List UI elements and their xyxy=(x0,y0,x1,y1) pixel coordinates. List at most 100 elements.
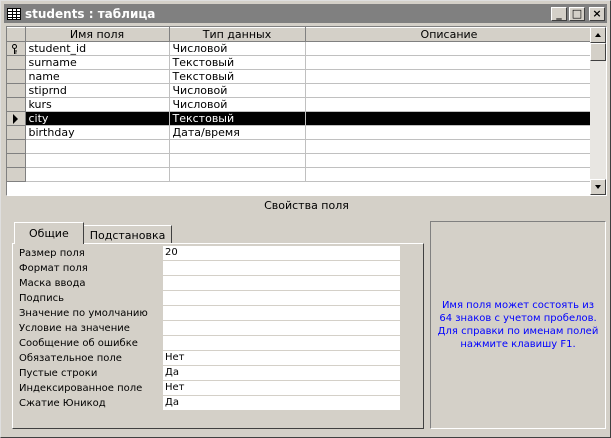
property-label: Индексированное поле xyxy=(19,383,143,394)
property-value-field[interactable]: 20 xyxy=(163,246,400,261)
field-name-cell[interactable]: name xyxy=(25,69,170,84)
property-value-field[interactable] xyxy=(163,291,400,306)
title-bar[interactable]: students : таблица _ □ × xyxy=(4,4,607,23)
tab-general[interactable]: Общие xyxy=(14,222,84,244)
row-selector[interactable] xyxy=(7,83,26,98)
property-row: Сжатие Юникод Да xyxy=(19,396,400,411)
table-row[interactable]: stiprnd Числовой xyxy=(7,83,594,98)
data-type-cell[interactable]: Текстовый xyxy=(169,55,306,70)
description-cell[interactable] xyxy=(305,153,594,168)
row-selector[interactable] xyxy=(7,153,26,168)
property-label: Обязательное поле xyxy=(19,353,122,364)
property-row: Индексированное поле Нет xyxy=(19,381,400,396)
column-header-description[interactable]: Описание xyxy=(305,27,594,42)
property-label: Маска ввода xyxy=(19,278,86,289)
property-label: Пустые строки xyxy=(19,368,98,379)
field-name-cell[interactable] xyxy=(25,153,170,168)
column-header-data-type[interactable]: Тип данных xyxy=(169,27,306,42)
property-row: Условие на значение xyxy=(19,321,400,336)
tab-lookup[interactable]: Подстановка xyxy=(82,225,173,244)
property-value-field[interactable]: Да xyxy=(163,396,400,411)
minimize-button[interactable]: _ xyxy=(551,6,567,21)
maximize-button[interactable]: □ xyxy=(569,6,585,21)
description-cell[interactable] xyxy=(305,69,594,84)
property-label: Условие на значение xyxy=(19,323,130,334)
data-type-cell[interactable] xyxy=(169,153,306,168)
description-cell[interactable] xyxy=(305,41,594,56)
property-value-field[interactable]: Да xyxy=(163,366,400,381)
table-row[interactable]: surname Текстовый xyxy=(7,55,594,70)
description-cell[interactable] xyxy=(305,83,594,98)
property-value-field[interactable] xyxy=(163,261,400,276)
property-value-field[interactable]: Нет xyxy=(163,381,400,396)
row-selector[interactable] xyxy=(7,111,26,126)
field-grid: Имя поля Тип данных Описание student_id Ч… xyxy=(6,26,607,196)
data-type-cell[interactable] xyxy=(169,167,306,182)
row-selector[interactable] xyxy=(7,125,26,140)
field-name-cell[interactable]: city xyxy=(25,111,170,126)
table-icon xyxy=(7,7,21,20)
description-cell[interactable] xyxy=(305,139,594,154)
field-name-cell[interactable] xyxy=(25,167,170,182)
property-row: Формат поля xyxy=(19,261,400,276)
property-value-field[interactable] xyxy=(163,306,400,321)
property-row: Маска ввода xyxy=(19,276,400,291)
field-name-cell[interactable]: student_id xyxy=(25,41,170,56)
properties-tabs: Общие Подстановка xyxy=(14,222,173,244)
row-selector[interactable] xyxy=(7,97,26,112)
current-row-arrow-icon xyxy=(13,114,18,124)
row-selector[interactable] xyxy=(7,139,26,154)
field-name-cell[interactable]: surname xyxy=(25,55,170,70)
field-name-cell[interactable] xyxy=(25,139,170,154)
row-selector-header[interactable] xyxy=(7,27,26,42)
data-type-cell[interactable]: Текстовый xyxy=(169,69,306,84)
vertical-scrollbar[interactable] xyxy=(590,27,606,195)
fields-table: Имя поля Тип данных Описание student_id Ч… xyxy=(7,27,594,182)
table-row[interactable]: name Текстовый xyxy=(7,69,594,84)
property-label: Сообщение об ошибке xyxy=(19,338,138,349)
table-design-window: students : таблица _ □ × Имя поля Тип да… xyxy=(0,0,611,438)
row-selector[interactable] xyxy=(7,167,26,182)
row-selector[interactable] xyxy=(7,41,26,56)
property-value-field[interactable] xyxy=(163,276,400,291)
data-type-cell[interactable]: Числовой xyxy=(169,41,306,56)
property-value-field[interactable]: Нет xyxy=(163,351,400,366)
table-row[interactable] xyxy=(7,167,594,182)
table-row[interactable]: kurs Числовой xyxy=(7,97,594,112)
field-name-cell[interactable]: birthday xyxy=(25,125,170,140)
column-header-field-name[interactable]: Имя поля xyxy=(25,27,170,42)
description-cell[interactable] xyxy=(305,97,594,112)
description-cell[interactable] xyxy=(305,55,594,70)
property-label: Подпись xyxy=(19,293,64,304)
description-cell[interactable] xyxy=(305,111,594,126)
scroll-thumb[interactable] xyxy=(590,43,606,61)
row-selector[interactable] xyxy=(7,55,26,70)
data-type-cell[interactable]: Текстовый xyxy=(169,111,306,126)
data-type-cell[interactable] xyxy=(169,139,306,154)
table-row[interactable] xyxy=(7,139,594,154)
field-properties-panel: Общие Подстановка Размер поля 20 Формат по… xyxy=(6,214,424,432)
field-name-cell[interactable]: stiprnd xyxy=(25,83,170,98)
property-value-field[interactable] xyxy=(163,321,400,336)
row-selector[interactable] xyxy=(7,69,26,84)
property-value-field[interactable] xyxy=(163,336,400,351)
primary-key-icon xyxy=(12,44,17,54)
table-row[interactable] xyxy=(7,153,594,168)
scroll-up-button[interactable] xyxy=(590,27,606,43)
table-row[interactable]: birthday Дата/время xyxy=(7,125,594,140)
close-icon: × xyxy=(592,7,602,20)
data-type-cell[interactable]: Дата/время xyxy=(169,125,306,140)
close-button[interactable]: × xyxy=(589,6,605,21)
scroll-down-button[interactable] xyxy=(590,179,606,195)
data-type-cell[interactable]: Числовой xyxy=(169,83,306,98)
general-tab-content: Размер поля 20 Формат поля Маска ввода Подпи… xyxy=(12,243,424,429)
maximize-icon: □ xyxy=(571,7,583,20)
property-row: Подпись xyxy=(19,291,400,306)
description-cell[interactable] xyxy=(305,125,594,140)
description-cell[interactable] xyxy=(305,167,594,182)
help-text-box: Имя поля может состоять из 64 знаков с у… xyxy=(430,221,606,429)
table-row[interactable]: student_id Числовой xyxy=(7,41,594,56)
data-type-cell[interactable]: Числовой xyxy=(169,97,306,112)
field-name-cell[interactable]: kurs xyxy=(25,97,170,112)
table-row[interactable]: city Текстовый xyxy=(7,111,594,126)
